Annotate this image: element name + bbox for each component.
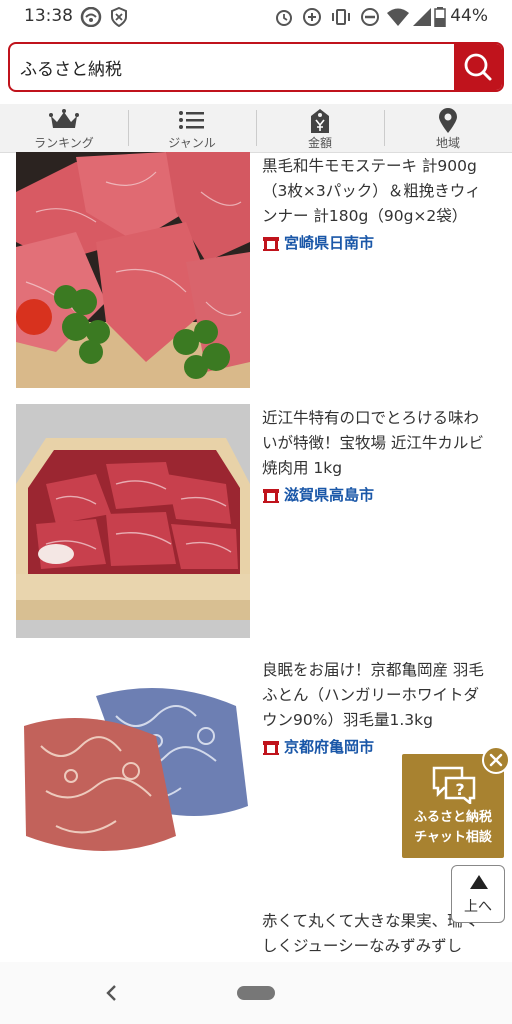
category-label: ランキング bbox=[34, 136, 94, 150]
vibrate-icon bbox=[332, 9, 350, 25]
category-label: 金額 bbox=[307, 136, 332, 150]
product-title[interactable]: 良眠をお届け！京都亀岡産 羽毛ふとん（ハンガリーホワイトダウン90%）羽毛量1.… bbox=[262, 658, 492, 733]
product-image[interactable] bbox=[16, 404, 250, 638]
do-not-disturb-icon bbox=[361, 8, 379, 26]
home-pill[interactable] bbox=[237, 986, 275, 1000]
product-title[interactable]: 黒毛和牛モモステーキ 計900g（3枚×3パック）＆粗挽きウィンナー 計180g… bbox=[262, 154, 492, 229]
arrow-up-icon bbox=[470, 875, 488, 889]
category-label: 地域 bbox=[435, 136, 460, 150]
product-image[interactable] bbox=[16, 656, 250, 890]
chat-bubble-icon: ? bbox=[432, 766, 476, 804]
battery-percent: 44% bbox=[450, 6, 488, 26]
municipality-icon bbox=[263, 488, 279, 503]
wifi-cast-icon bbox=[80, 7, 102, 27]
location-text: 滋賀県高島市 bbox=[284, 486, 375, 504]
shield-icon bbox=[111, 7, 127, 27]
category-nav: ランキング ジャンル 金額 地域 bbox=[0, 104, 512, 153]
category-genre[interactable]: ジャンル bbox=[128, 104, 256, 152]
location-text: 京都府亀岡市 bbox=[284, 738, 375, 756]
list-item[interactable]: 黒毛和牛モモステーキ 計900g（3枚×3パック）＆粗挽きウィンナー 計180g… bbox=[0, 152, 512, 392]
data-saver-icon bbox=[303, 8, 321, 26]
search-button[interactable] bbox=[454, 44, 502, 90]
beef-box-image bbox=[16, 404, 250, 638]
signal-icon bbox=[413, 8, 431, 26]
search-icon bbox=[464, 53, 492, 81]
product-title[interactable]: 近江牛特有の口でとろける味わいが特徴！宝牧場 近江牛カルビ焼肉用 1kg bbox=[262, 406, 492, 481]
location-text: 宮崎県日南市 bbox=[284, 234, 375, 252]
back-icon[interactable] bbox=[104, 982, 120, 1004]
yen-tag-icon bbox=[311, 109, 329, 133]
product-location[interactable]: 滋賀県高島市 bbox=[262, 484, 374, 505]
category-label: ジャンル bbox=[168, 136, 216, 150]
list-item[interactable]: 赤くて丸くて大きな果実、瑞々しくジューシーなみずみずし bbox=[0, 907, 512, 962]
svg-text:?: ? bbox=[455, 780, 464, 799]
municipality-icon bbox=[263, 740, 279, 755]
chat-close-button[interactable] bbox=[482, 746, 510, 774]
category-region[interactable]: 地域 bbox=[384, 104, 512, 152]
status-bar: 13:38 44% bbox=[0, 0, 512, 34]
chat-label: ふるさと納税 チャット相談 bbox=[402, 808, 504, 848]
search-input[interactable] bbox=[10, 44, 454, 90]
beef-steak-image bbox=[16, 152, 250, 388]
wifi-icon bbox=[387, 8, 409, 26]
product-image[interactable] bbox=[16, 152, 250, 388]
category-amount[interactable]: 金額 bbox=[256, 104, 384, 152]
product-location[interactable]: 宮崎県日南市 bbox=[262, 232, 374, 253]
municipality-icon bbox=[263, 236, 279, 251]
battery-icon bbox=[434, 7, 446, 27]
chat-label-line1: ふるさと納税 bbox=[413, 810, 492, 825]
status-time: 13:38 bbox=[24, 6, 73, 26]
back-to-top-label: 上へ bbox=[464, 899, 492, 915]
list-icon bbox=[179, 111, 204, 129]
crown-icon bbox=[49, 109, 79, 128]
product-location[interactable]: 京都府亀岡市 bbox=[262, 736, 374, 757]
search-bar bbox=[8, 42, 504, 92]
list-item[interactable]: 近江牛特有の口でとろける味わいが特徴！宝牧場 近江牛カルビ焼肉用 1kg 滋賀県… bbox=[0, 404, 512, 644]
futon-image bbox=[16, 656, 250, 890]
chat-label-line2: チャット相談 bbox=[414, 830, 492, 845]
back-to-top-button[interactable]: 上へ bbox=[451, 865, 505, 923]
category-ranking[interactable]: ランキング bbox=[0, 104, 128, 152]
alarm-icon bbox=[276, 10, 292, 26]
map-pin-icon bbox=[439, 108, 457, 133]
close-icon bbox=[489, 753, 503, 767]
